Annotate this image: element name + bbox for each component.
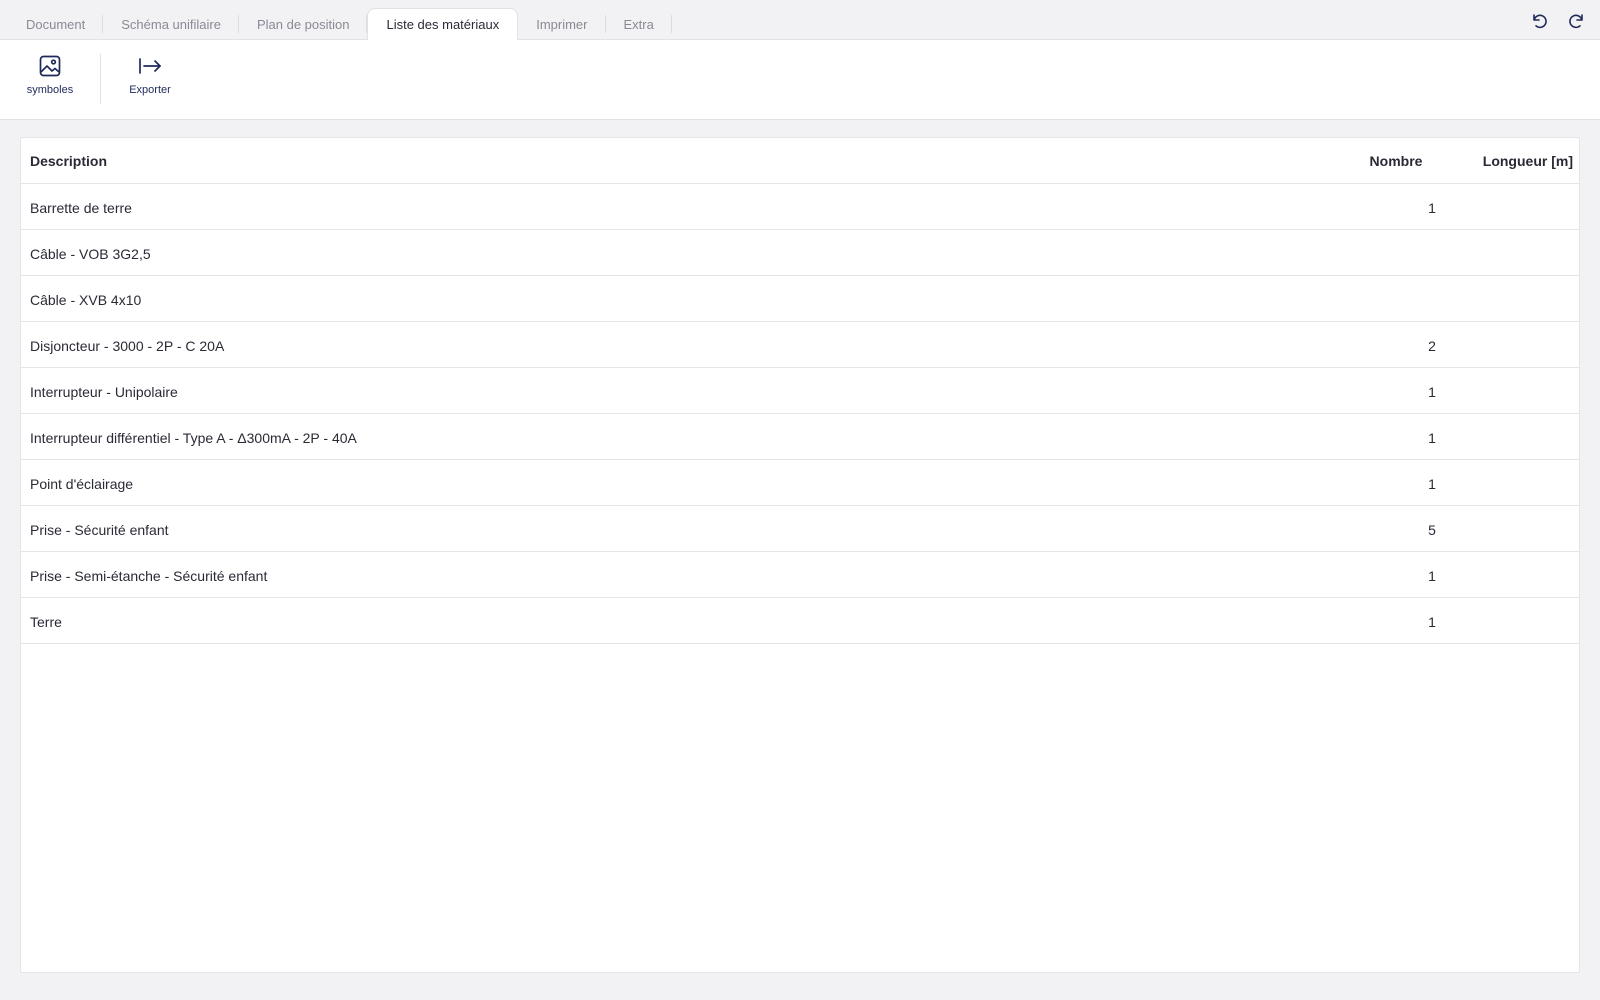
- undo-icon: [1533, 14, 1547, 29]
- redo-button[interactable]: [1566, 10, 1588, 32]
- cell-description: Interrupteur - Unipolaire: [30, 384, 178, 400]
- cell-description: Câble - XVB 4x10: [30, 292, 142, 308]
- cell-description: Prise - Semi-étanche - Sécurité enfant: [30, 568, 268, 584]
- table-row[interactable]: Prise - Semi-étanche - Sécurité enfant 1: [21, 552, 1579, 598]
- table-row[interactable]: Interrupteur - Unipolaire 1: [21, 368, 1579, 414]
- cell-count: 1: [1428, 614, 1436, 630]
- cell-description: Point d'éclairage: [30, 476, 134, 492]
- column-header-length[interactable]: Longueur [m]: [1461, 153, 1573, 169]
- cell-count: 1: [1428, 430, 1436, 446]
- symbols-label: symboles: [26, 84, 74, 96]
- symbols-button[interactable]: symboles: [22, 52, 78, 108]
- table-row[interactable]: Interrupteur différentiel - Type A - Δ30…: [21, 414, 1579, 460]
- export-label: Exporter: [129, 84, 171, 96]
- cell-description: Câble - VOB 3G2,5: [30, 246, 151, 262]
- cell-description: Terre: [30, 614, 62, 630]
- table-row[interactable]: Terre 1: [21, 598, 1579, 644]
- tab-bar: Document Schéma unifilaire Plan de posit…: [0, 0, 1600, 41]
- toolbar-divider: [100, 54, 101, 104]
- cell-description: Prise - Sécurité enfant: [30, 522, 169, 538]
- table-row[interactable]: Câble - VOB 3G2,5: [21, 230, 1579, 276]
- table-row[interactable]: Disjoncteur - 3000 - 2P - C 20A 2: [21, 322, 1579, 368]
- table-body: Barrette de terre 1 Câble - VOB 3G2,5 Câ…: [21, 184, 1579, 644]
- redo-icon: [1569, 14, 1583, 29]
- export-arrow-icon: [136, 52, 164, 80]
- table-row[interactable]: Câble - XVB 4x10: [21, 276, 1579, 322]
- cell-count: 2: [1428, 338, 1436, 354]
- cell-count: 5: [1428, 522, 1436, 538]
- export-button[interactable]: Exporter: [122, 52, 178, 108]
- tab-liste-des-materiaux[interactable]: Liste des matériaux: [367, 8, 519, 41]
- cell-count: 1: [1428, 200, 1436, 216]
- cell-count: 1: [1428, 476, 1436, 492]
- tab-imprimer[interactable]: Imprimer: [518, 8, 606, 40]
- column-header-description[interactable]: Description: [30, 153, 107, 169]
- table-row[interactable]: Prise - Sécurité enfant 5: [21, 506, 1579, 552]
- tab-document[interactable]: Document: [8, 8, 104, 40]
- cell-description: Interrupteur différentiel - Type A - Δ30…: [30, 430, 357, 446]
- table-row[interactable]: Barrette de terre 1: [21, 184, 1579, 230]
- table-header: Description Nombre Longueur [m]: [21, 138, 1579, 184]
- cell-description: Barrette de terre: [30, 200, 132, 216]
- history-controls: [1528, 10, 1588, 32]
- materials-table: Description Nombre Longueur [m] Barrette…: [20, 137, 1580, 973]
- column-header-count[interactable]: Nombre: [1351, 153, 1441, 169]
- undo-button[interactable]: [1528, 10, 1550, 32]
- cell-description: Disjoncteur - 3000 - 2P - C 20A: [30, 338, 225, 354]
- table-row[interactable]: Point d'éclairage 1: [21, 460, 1579, 506]
- tab-schema-unifilaire[interactable]: Schéma unifilaire: [103, 8, 239, 40]
- tab-plan-de-position[interactable]: Plan de position: [239, 8, 368, 40]
- toolbar: symboles Exporter: [0, 40, 1600, 120]
- cell-count: 1: [1428, 384, 1436, 400]
- image-icon: [36, 52, 64, 80]
- cell-count: 1: [1428, 568, 1436, 584]
- tab-extra[interactable]: Extra: [606, 8, 673, 40]
- tab-list: Document Schéma unifilaire Plan de posit…: [8, 8, 673, 41]
